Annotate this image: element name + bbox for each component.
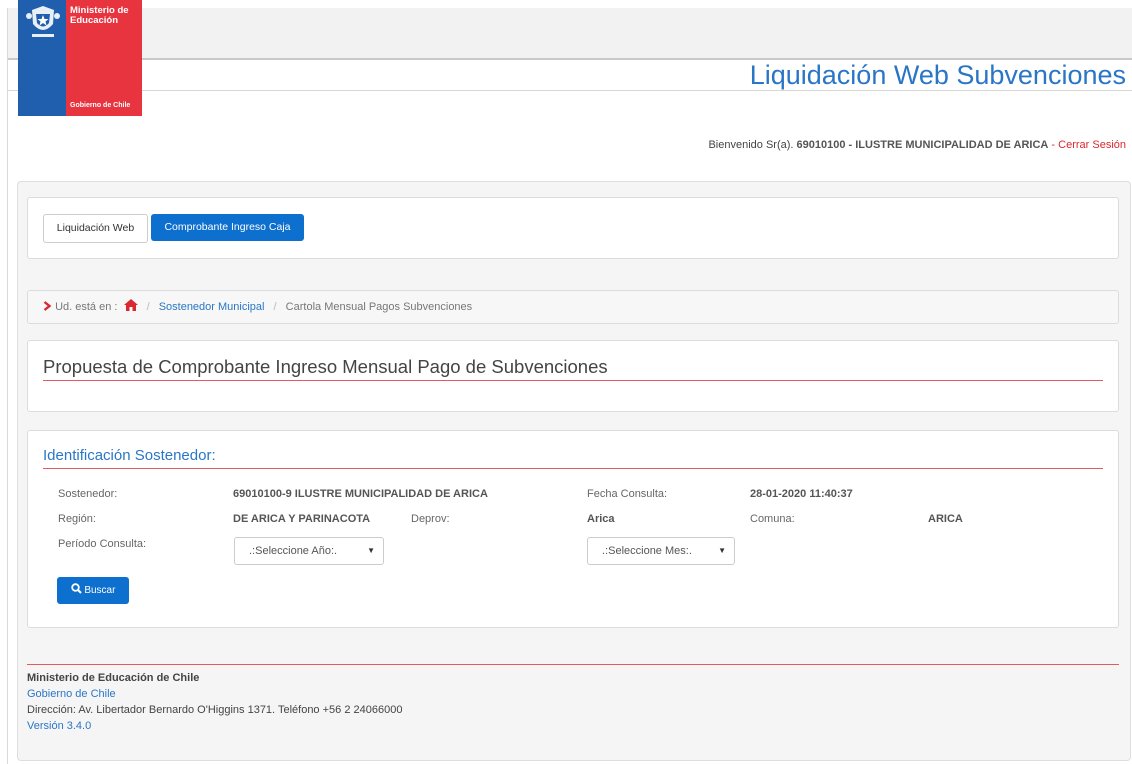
breadcrumb-current: Cartola Mensual Pagos Subvenciones xyxy=(285,301,473,313)
deprov-value: Arica xyxy=(587,513,615,525)
mineduc-logo: Ministerio de Educación Gobierno de Chil… xyxy=(18,0,142,116)
identificacion-title: Identificación Sostenedor: xyxy=(43,447,216,464)
region-value: DE ARICA Y PARINACOTA xyxy=(233,513,371,525)
fecha-consulta-label: Fecha Consulta: xyxy=(587,488,668,500)
chile-crest-icon xyxy=(26,6,60,37)
footer-direccion: Dirección: Av. Libertador Bernardo O'Hig… xyxy=(27,704,403,716)
breadcrumb-sostenedor-municipal[interactable]: Sostenedor Municipal xyxy=(159,301,265,313)
breadcrumb-prefix: Ud. está en : xyxy=(55,301,118,313)
fecha-consulta-value: 28-01-2020 11:40:37 xyxy=(750,488,853,500)
comuna-value: ARICA xyxy=(928,513,963,525)
liquidacion-web-button[interactable]: Liquidación Web xyxy=(43,214,148,243)
periodo-consulta-label: Período Consulta: xyxy=(58,538,147,550)
welcome-greeting: Bienvenido Sr(a). xyxy=(708,139,794,151)
identificacion-divider xyxy=(43,468,1103,469)
caret-down-icon: ▼ xyxy=(718,546,726,555)
buscar-label: Buscar xyxy=(84,585,116,596)
logo-text-gobierno: Gobierno de Chile xyxy=(70,102,131,109)
logout-link[interactable]: - Cerrar Sesión xyxy=(1051,139,1126,151)
title-divider xyxy=(43,380,1103,381)
sostenedor-label: Sostenedor: xyxy=(58,488,118,500)
search-icon xyxy=(70,583,82,594)
footer-ministerio: Ministerio de Educación de Chile xyxy=(27,672,200,684)
deprov-label: Deprov: xyxy=(411,513,450,525)
year-select-value: .:Seleccione Año:. xyxy=(249,545,338,557)
comuna-label: Comuna: xyxy=(750,513,795,525)
page-title: Propuesta de Comprobante Ingreso Mensual… xyxy=(43,356,608,377)
footer-divider xyxy=(27,664,1119,665)
user-name: 69010100 - ILUSTRE MUNICIPALIDAD DE ARIC… xyxy=(796,139,1049,151)
buscar-button[interactable]: Buscar xyxy=(57,577,129,604)
year-select[interactable]: .:Seleccione Año:. ▼ xyxy=(234,537,384,565)
chevron-right-icon xyxy=(43,301,52,311)
header-top-strip xyxy=(8,8,1132,58)
footer-version: Versión 3.4.0 xyxy=(27,720,92,732)
month-select[interactable]: .:Seleccione Mes:. ▼ xyxy=(587,537,735,565)
breadcrumb: Ud. está en : / Sostenedor Municipal / C… xyxy=(43,299,472,313)
breadcrumb-separator: / xyxy=(146,301,150,313)
sostenedor-value: 69010100-9 ILUSTRE MUNICIPALIDAD DE ARIC… xyxy=(233,488,488,500)
logo-text-educacion: Educación xyxy=(70,15,119,26)
footer-gobierno-link[interactable]: Gobierno de Chile xyxy=(27,688,116,700)
home-icon[interactable] xyxy=(123,299,138,311)
month-select-value: .:Seleccione Mes:. xyxy=(602,545,692,557)
caret-down-icon: ▼ xyxy=(367,546,375,555)
page-left-rule xyxy=(7,8,8,764)
region-label: Región: xyxy=(58,513,96,525)
app-title: Liquidación Web Subvenciones xyxy=(749,60,1126,90)
welcome-bar: Bienvenido Sr(a). 69010100 - ILUSTRE MUN… xyxy=(708,139,1126,151)
breadcrumb-separator: / xyxy=(273,301,277,313)
comprobante-ingreso-caja-button[interactable]: Comprobante Ingreso Caja xyxy=(151,214,304,241)
